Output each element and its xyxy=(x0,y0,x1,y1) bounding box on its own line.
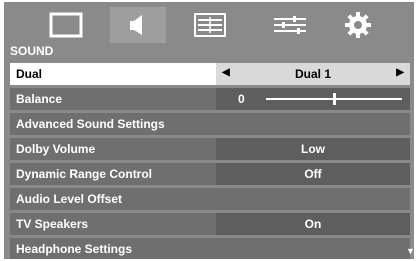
row-label: Dynamic Range Control xyxy=(16,167,153,181)
row-label: Audio Level Offset xyxy=(16,192,123,206)
row-label: Dolby Volume xyxy=(16,142,96,156)
menu-icon-bar xyxy=(4,2,414,44)
row-headphone-settings[interactable]: Headphone Settings xyxy=(10,238,410,259)
left-arrow-icon[interactable]: ◀ xyxy=(222,67,230,78)
row-dolby-volume[interactable]: Dolby Volume Low xyxy=(10,138,410,160)
row-label: Advanced Sound Settings xyxy=(16,117,165,131)
tv-menu-screen: SOUND Dual ◀ Dual 1 ▶ Balance 0 Advanced… xyxy=(4,2,414,259)
tab-adjust[interactable] xyxy=(262,7,318,43)
tab-picture[interactable] xyxy=(38,7,94,43)
row-dual[interactable]: Dual ◀ Dual 1 ▶ xyxy=(10,63,410,85)
tab-setup[interactable] xyxy=(182,7,238,43)
dual-value-selector[interactable]: ◀ Dual 1 ▶ xyxy=(216,63,410,85)
row-balance[interactable]: Balance 0 xyxy=(10,88,410,110)
list-settings-icon xyxy=(194,13,226,37)
sliders-icon xyxy=(274,16,306,34)
row-value: Low xyxy=(301,142,325,156)
tv-speakers-value-cell[interactable]: On xyxy=(216,213,410,235)
row-label: Headphone Settings xyxy=(16,242,133,256)
row-label: Dual xyxy=(16,67,43,81)
row-label: Balance xyxy=(16,92,63,106)
dynamic-range-value-cell[interactable]: Off xyxy=(216,163,410,185)
row-value: On xyxy=(304,217,322,231)
speaker-icon xyxy=(130,15,142,35)
row-value: Off xyxy=(304,167,322,181)
row-audio-level-offset[interactable]: Audio Level Offset xyxy=(10,188,410,210)
slider-knob[interactable] xyxy=(332,93,336,105)
dolby-volume-value-cell[interactable]: Low xyxy=(216,138,410,160)
balance-slider[interactable]: 0 xyxy=(216,88,410,110)
row-advanced-sound-settings[interactable]: Advanced Sound Settings xyxy=(10,113,410,135)
section-title: SOUND xyxy=(10,44,54,58)
row-label: TV Speakers xyxy=(16,217,89,231)
tab-sound[interactable] xyxy=(110,7,166,43)
row-value: Dual 1 xyxy=(294,67,331,81)
screen-icon xyxy=(49,12,83,38)
scroll-down-arrow-icon[interactable]: ▼ xyxy=(406,246,414,256)
row-dynamic-range-control[interactable]: Dynamic Range Control Off xyxy=(10,163,410,185)
tab-settings[interactable] xyxy=(330,7,386,43)
balance-value: 0 xyxy=(238,92,245,106)
gear-icon xyxy=(345,12,371,38)
row-tv-speakers[interactable]: TV Speakers On xyxy=(10,213,410,235)
right-arrow-icon[interactable]: ▶ xyxy=(396,67,404,78)
